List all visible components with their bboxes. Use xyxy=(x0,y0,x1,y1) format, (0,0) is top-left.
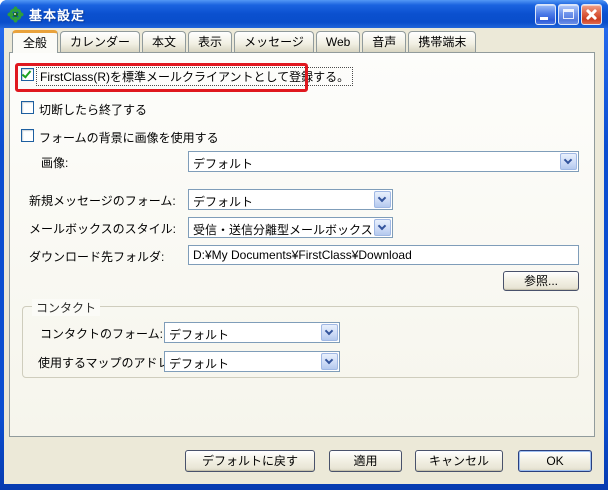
firstclass-flower-icon xyxy=(7,6,24,23)
titlebar[interactable]: 基本設定 xyxy=(0,0,608,28)
tab-general[interactable]: 全般 xyxy=(12,30,58,53)
maximize-button[interactable] xyxy=(558,4,579,25)
apply-button[interactable]: 適用 xyxy=(329,450,402,472)
tab-display[interactable]: 表示 xyxy=(188,31,232,52)
chevron-down-icon[interactable] xyxy=(560,153,577,170)
contact-form-label: コンタクトのフォーム: xyxy=(40,325,163,342)
window-title: 基本設定 xyxy=(29,5,535,24)
image-select-label: 画像: xyxy=(41,154,68,171)
browse-button[interactable]: 参照... xyxy=(503,271,579,291)
chevron-down-icon[interactable] xyxy=(321,324,338,341)
new-message-form-value: デフォルト xyxy=(193,193,373,210)
tab-message[interactable]: メッセージ xyxy=(234,31,314,52)
contact-form-value: デフォルト xyxy=(169,326,320,343)
checkbox-register-default-mail-client-label[interactable]: FirstClass(R)を標準メールクライアントとして登録する。 xyxy=(36,67,353,86)
new-message-form-select[interactable]: デフォルト xyxy=(188,189,393,210)
checkbox-quit-on-disconnect-label[interactable]: 切断したら終了する xyxy=(39,101,147,118)
chevron-down-icon[interactable] xyxy=(374,191,391,208)
image-select[interactable]: デフォルト xyxy=(188,151,579,172)
window-controls xyxy=(535,4,602,25)
minimize-button[interactable] xyxy=(535,4,556,25)
checkbox-quit-on-disconnect[interactable] xyxy=(21,101,34,114)
close-button[interactable] xyxy=(581,4,602,25)
download-folder-input[interactable] xyxy=(188,245,579,265)
mailbox-style-label: メールボックスのスタイル: xyxy=(29,220,176,237)
download-folder-label: ダウンロード先フォルダ: xyxy=(29,248,164,265)
tab-voice[interactable]: 音声 xyxy=(362,31,406,52)
checkbox-form-background-image[interactable] xyxy=(21,129,34,142)
tab-calendar[interactable]: カレンダー xyxy=(60,31,140,52)
tab-body[interactable]: 本文 xyxy=(142,31,186,52)
restore-defaults-button[interactable]: デフォルトに戻す xyxy=(185,450,315,472)
map-address-select[interactable]: デフォルト xyxy=(164,351,340,372)
chevron-down-icon[interactable] xyxy=(321,353,338,370)
minimize-icon xyxy=(540,17,548,20)
mailbox-style-select[interactable]: 受信・送信分離型メールボックス xyxy=(188,217,393,238)
check-icon xyxy=(22,68,32,78)
tab-web[interactable]: Web xyxy=(316,31,360,52)
tab-bar: 全般カレンダー本文表示メッセージWeb音声携帯端末 xyxy=(12,30,478,53)
cancel-button[interactable]: キャンセル xyxy=(415,450,503,472)
checkbox-form-background-image-label[interactable]: フォームの背景に画像を使用する xyxy=(39,129,219,146)
contact-form-select[interactable]: デフォルト xyxy=(164,322,340,343)
dialog-client-area: 全般カレンダー本文表示メッセージWeb音声携帯端末 FirstClass(R)を… xyxy=(4,28,604,484)
contact-groupbox: コンタクト コンタクトのフォーム: デフォルト 使用するマップのアドレス: デフ… xyxy=(22,306,579,378)
chevron-down-icon[interactable] xyxy=(374,219,391,236)
tab-mobile[interactable]: 携帯端末 xyxy=(408,31,476,52)
new-message-form-label: 新規メッセージのフォーム: xyxy=(29,192,176,209)
image-select-value: デフォルト xyxy=(193,155,559,172)
map-address-label: 使用するマップのアドレス: xyxy=(38,354,185,371)
preferences-dialog: 基本設定 全般カレンダー本文表示メッセージWeb音声携帯端末 FirstClas… xyxy=(0,0,608,490)
checkbox-register-default-mail-client[interactable] xyxy=(21,68,34,81)
maximize-icon xyxy=(563,9,574,19)
ok-button[interactable]: OK xyxy=(518,450,592,472)
contact-group-title: コンタクト xyxy=(32,299,100,316)
tab-panel-general: FirstClass(R)を標準メールクライアントとして登録する。 切断したら終… xyxy=(9,52,595,437)
mailbox-style-value: 受信・送信分離型メールボックス xyxy=(193,221,373,238)
map-address-value: デフォルト xyxy=(169,355,320,372)
